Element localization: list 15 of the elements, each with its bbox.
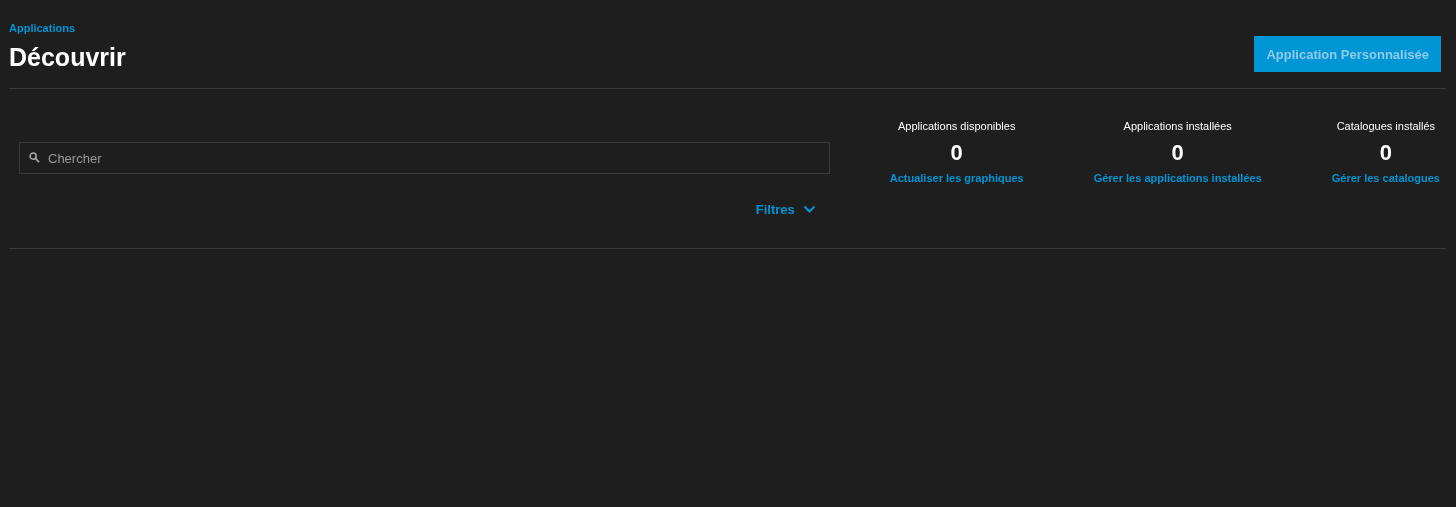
stat-count: 0 [1171, 140, 1184, 166]
stat-label: Applications disponibles [897, 120, 1016, 132]
search-field[interactable]: Chercher [19, 142, 830, 174]
chevron-icon [802, 205, 816, 214]
stat-link[interactable]: Gérer les catalogues [1331, 172, 1440, 184]
stat-link[interactable]: Actualiser les graphiques [889, 172, 1024, 184]
page-title: Découvrir [9, 42, 126, 72]
stat-label: Applications installées [1123, 120, 1232, 132]
stat-link[interactable]: Gérer les applications installées [1093, 172, 1262, 184]
stat-label: Catalogues installés [1336, 120, 1436, 132]
breadcrumb-link[interactable]: Applications [9, 22, 126, 34]
search-icon [29, 152, 40, 163]
stat-count: 0 [1379, 140, 1392, 166]
stat-count: 0 [950, 140, 963, 166]
filters-toggle[interactable]: Filtres [755, 202, 816, 217]
